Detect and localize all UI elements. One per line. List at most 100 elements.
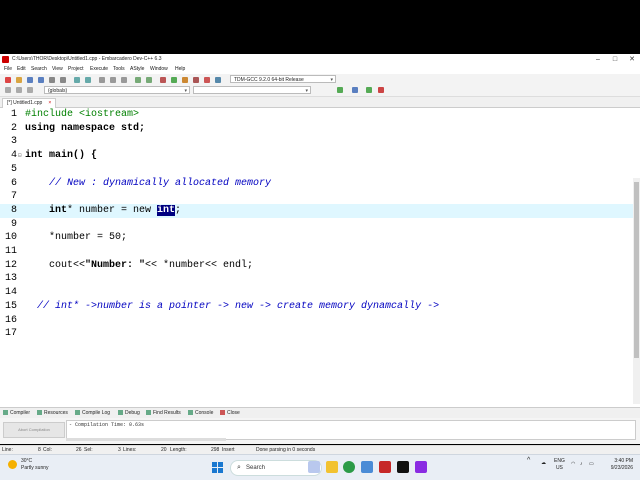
insert-icon[interactable] xyxy=(16,87,22,93)
tab-console[interactable]: Console xyxy=(188,408,213,418)
code-line[interactable]: 7 xyxy=(0,190,633,204)
code-token: main() { xyxy=(43,150,98,162)
profile-icon[interactable] xyxy=(215,77,221,83)
code-line[interactable]: 2 using namespace std; xyxy=(0,122,633,136)
fold-toggle-icon[interactable]: ⊟ xyxy=(18,149,22,163)
tab-compiler[interactable]: Compiler xyxy=(3,408,30,418)
language-indicator[interactable]: ENG US xyxy=(554,458,565,472)
code-line[interactable]: 4 ⊟ int main() { xyxy=(0,149,633,163)
code-line[interactable]: 9 xyxy=(0,218,633,232)
undo-icon[interactable] xyxy=(74,77,80,83)
bookmark-icon[interactable] xyxy=(352,87,358,93)
close-panel-icon xyxy=(220,410,225,416)
compile-run-icon[interactable] xyxy=(182,77,188,83)
tab-find-results[interactable]: Find Results xyxy=(146,408,181,418)
next-icon[interactable] xyxy=(366,87,372,93)
weather-widget[interactable]: 30°C Partly sunny xyxy=(21,458,49,472)
open-file-icon[interactable] xyxy=(16,77,22,83)
goto-icon[interactable] xyxy=(121,77,127,83)
function-select[interactable]: ▾ xyxy=(193,86,311,94)
tab-untitled1[interactable]: [*] Untitled1.cpp × xyxy=(2,98,57,108)
chrome-icon[interactable] xyxy=(343,461,355,473)
compile-progress-bar xyxy=(66,438,226,441)
menu-help[interactable]: Help xyxy=(175,65,185,74)
tab-debug[interactable]: Debug xyxy=(118,408,140,418)
run-icon[interactable] xyxy=(171,77,177,83)
volume-icon[interactable]: ♪ xyxy=(580,461,583,468)
code-line[interactable]: 13 xyxy=(0,272,633,286)
cloud-icon[interactable]: ☁ xyxy=(541,460,546,467)
class-browser-icon[interactable] xyxy=(5,87,11,93)
code-line[interactable]: 1 #include <iostream> xyxy=(0,108,633,122)
clock[interactable]: 3:40 PM 9/23/2026 xyxy=(603,458,633,472)
editor-app-icon[interactable] xyxy=(415,461,427,473)
print-icon[interactable] xyxy=(60,77,66,83)
find-icon[interactable] xyxy=(99,77,105,83)
toggle-icon[interactable] xyxy=(27,87,33,93)
vertical-scrollbar[interactable] xyxy=(633,178,640,404)
battery-icon[interactable]: ▭ xyxy=(589,461,594,468)
menu-tools[interactable]: Tools xyxy=(113,65,125,74)
code-line[interactable]: 8 int* number = new int; xyxy=(0,203,633,218)
code-line[interactable]: 17 xyxy=(0,327,633,341)
replace-icon[interactable] xyxy=(110,77,116,83)
wifi-icon[interactable]: ◠ xyxy=(571,461,575,468)
abort-compilation-button[interactable]: Abort Compilation xyxy=(3,422,65,438)
tab-resources[interactable]: Resources xyxy=(37,408,68,418)
start-icon[interactable] xyxy=(212,462,223,473)
close-button[interactable]: ✕ xyxy=(624,54,640,65)
chevron-down-icon: ▾ xyxy=(184,88,187,94)
check-icon[interactable] xyxy=(337,87,343,93)
compiler-select[interactable]: TDM-GCC 9.2.0 64-bit Release ▾ xyxy=(230,75,336,83)
minimize-button[interactable]: – xyxy=(590,54,606,65)
line-number: 15 xyxy=(4,300,17,312)
code-line[interactable]: 6 // New : dynamically allocated memory xyxy=(0,177,633,191)
redo-icon[interactable] xyxy=(85,77,91,83)
close-file-icon[interactable] xyxy=(49,77,55,83)
menu-project[interactable]: Project xyxy=(68,65,84,74)
compile-icon[interactable] xyxy=(160,77,166,83)
devcpp-taskbar-icon[interactable] xyxy=(379,461,391,473)
stop-icon[interactable] xyxy=(378,87,384,93)
file-explorer-icon[interactable] xyxy=(326,461,338,473)
close-icon[interactable]: × xyxy=(48,100,51,106)
tab-compile-log[interactable]: Compile Log xyxy=(75,408,110,418)
maximize-button[interactable]: □ xyxy=(607,54,623,65)
rebuild-icon[interactable] xyxy=(193,77,199,83)
unindent-icon[interactable] xyxy=(146,77,152,83)
code-line[interactable]: 10 *number = 50; xyxy=(0,231,633,245)
scrollbar-thumb[interactable] xyxy=(634,182,639,358)
weather-desc: Partly sunny xyxy=(21,465,49,471)
tab-close[interactable]: Close xyxy=(220,408,240,418)
menu-file[interactable]: File xyxy=(4,65,12,74)
code-line[interactable]: 3 xyxy=(0,135,633,149)
store-icon[interactable] xyxy=(361,461,373,473)
menu-search[interactable]: Search xyxy=(31,65,47,74)
menu-astyle[interactable]: AStyle xyxy=(130,65,144,74)
code-editor[interactable]: 1 #include <iostream> 2 using namespace std… xyxy=(0,108,633,404)
menu-window[interactable]: Window xyxy=(150,65,168,74)
debug-icon[interactable] xyxy=(204,77,210,83)
scope-select[interactable]: (globals) ▾ xyxy=(44,86,190,94)
menu-edit[interactable]: Edit xyxy=(17,65,26,74)
title-bar: C:\Users\THOR\Desktop\Untitled1.cpp - Em… xyxy=(0,54,640,65)
code-token: cout<< xyxy=(25,259,86,271)
menu-execute[interactable]: Execute xyxy=(90,65,108,74)
code-line[interactable]: 5 xyxy=(0,163,633,177)
weather-icon[interactable] xyxy=(8,460,17,469)
code-line[interactable]: 16 xyxy=(0,314,633,328)
save-all-icon[interactable] xyxy=(38,77,44,83)
save-icon[interactable] xyxy=(27,77,33,83)
code-line[interactable]: 15 // int* ->number is a pointer -> new … xyxy=(0,300,633,314)
tiktok-icon[interactable] xyxy=(397,461,409,473)
bottom-panel-tabs: Compiler Resources Compile Log Debug Fin… xyxy=(0,407,640,418)
copilot-icon[interactable] xyxy=(308,461,320,473)
tray-chevron-icon[interactable]: ^ xyxy=(527,457,530,464)
code-line[interactable]: 12 cout<<"Number: "<< *number<< endl; xyxy=(0,259,633,273)
line-number: 7 xyxy=(10,191,17,203)
menu-view[interactable]: View xyxy=(52,65,63,74)
new-file-icon[interactable] xyxy=(5,77,11,83)
indent-icon[interactable] xyxy=(135,77,141,83)
code-line[interactable]: 14 xyxy=(0,286,633,300)
code-line[interactable]: 11 xyxy=(0,245,633,259)
